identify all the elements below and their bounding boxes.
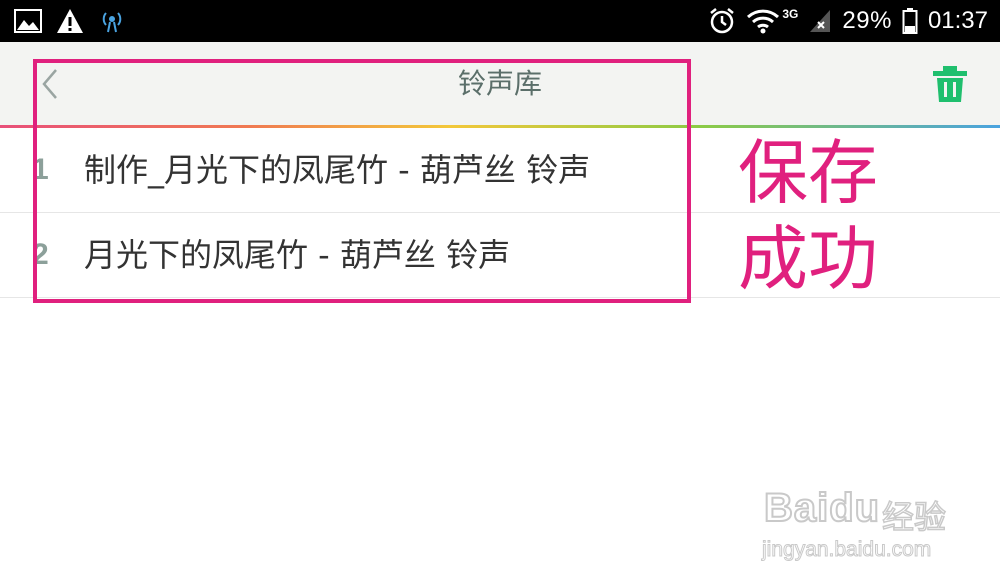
gallery-icon <box>14 9 42 33</box>
alarm-icon <box>710 8 735 34</box>
network-type-label: 3G <box>782 7 799 21</box>
battery-icon <box>902 8 918 34</box>
annotation-line-2: 成功 <box>738 218 878 300</box>
watermark-url: jingyan.baidu.com <box>761 538 932 562</box>
list-item-name: 制作_月光下的凤尾竹 - 葫芦丝 铃声 <box>84 151 591 189</box>
delete-trash-icon[interactable] <box>930 64 970 104</box>
battery-percent: 29% <box>842 7 892 34</box>
annotation-line-1: 保存 <box>738 132 878 214</box>
clock: 01:37 <box>927 7 988 34</box>
list-item-index: 2 <box>32 238 49 271</box>
page-title: 铃声库 <box>457 67 542 100</box>
status-bar: 3G 29% 01:37 <box>0 0 1000 42</box>
signal-icon <box>810 10 831 32</box>
baidu-watermark: Baidu 经验 jingyan.baidu.com <box>760 476 960 566</box>
hotspot-icon <box>102 12 122 33</box>
watermark-brand: 经验 <box>881 497 947 537</box>
watermark-logo: Baidu <box>763 485 881 531</box>
wifi-icon <box>747 9 780 34</box>
warning-icon <box>57 9 83 33</box>
success-annotation: 保存 成功 <box>738 130 918 302</box>
list-item-name: 月光下的凤尾竹 - 葫芦丝 铃声 <box>84 236 511 274</box>
list-item-index: 1 <box>32 153 49 186</box>
